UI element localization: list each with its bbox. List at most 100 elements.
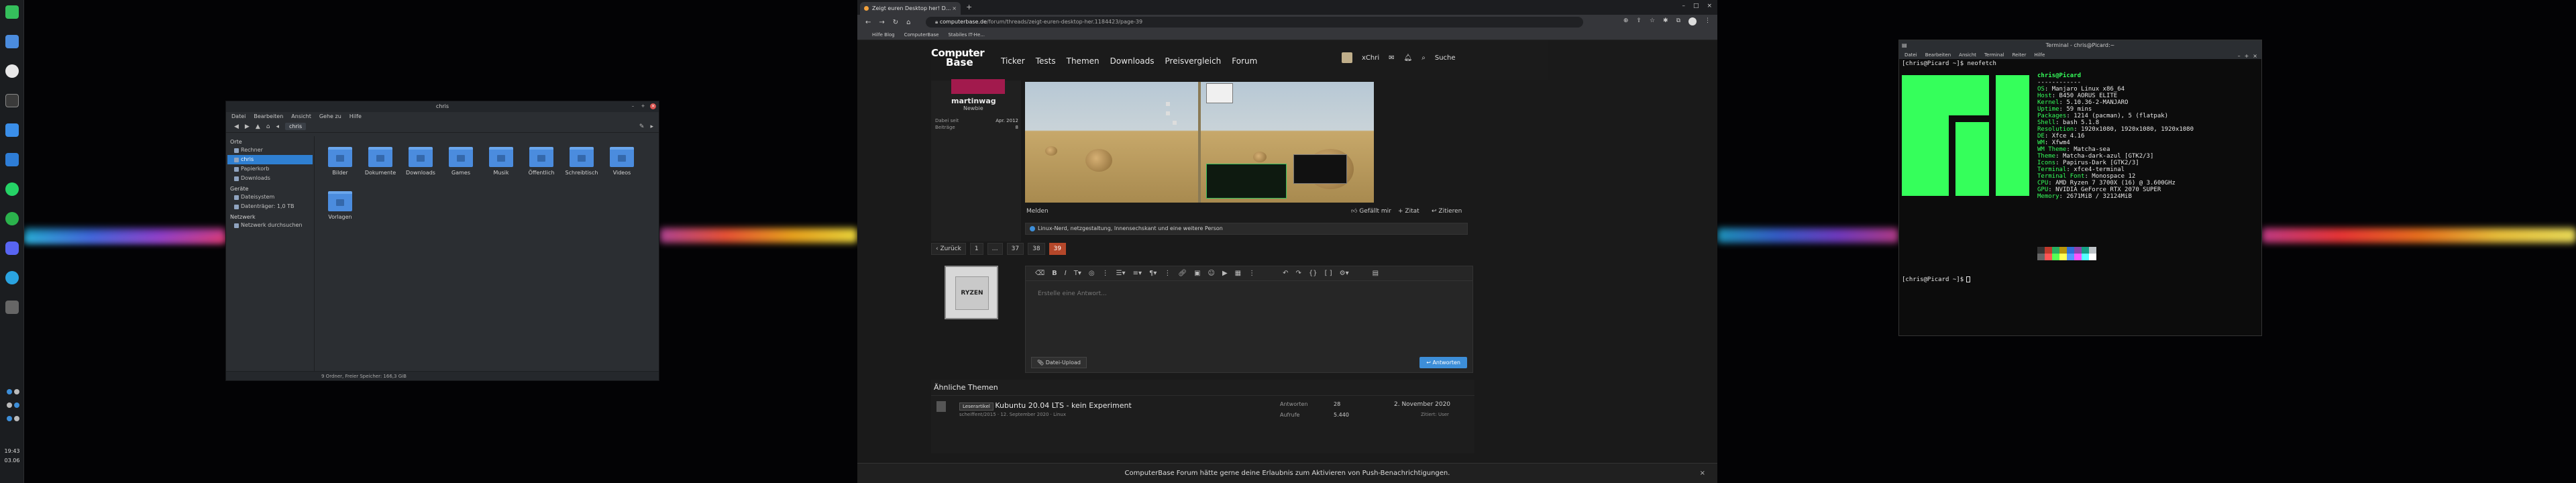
emoji-icon[interactable]: ☺	[1208, 270, 1215, 277]
sidebar-item-dateisystem[interactable]: Dateisystem	[226, 193, 314, 202]
page-38[interactable]: 38	[1028, 243, 1045, 255]
more-options-icon[interactable]: ⋮	[1164, 270, 1171, 277]
files-icon[interactable]	[5, 35, 19, 48]
folder-musik[interactable]: Musik	[482, 147, 520, 176]
page-1[interactable]: 1	[969, 243, 983, 255]
browser-icon[interactable]	[5, 64, 19, 78]
minimize-button[interactable]: –	[2238, 51, 2241, 62]
page-prev[interactable]: ‹ Zurück	[931, 243, 966, 255]
tray-clipboard-icon[interactable]	[14, 416, 19, 421]
menu-bearbeiten[interactable]: Bearbeiten	[1925, 51, 1951, 59]
terminal-titlebar[interactable]: Terminal - chris@Picard:~ ▤ – + ×	[1899, 40, 2261, 59]
share-icon[interactable]: ⇪	[1636, 17, 1642, 25]
chat-icon[interactable]	[5, 212, 19, 225]
menu-gehe-zu[interactable]: Gehe zu	[319, 112, 341, 121]
sidebar-item-papierkorb[interactable]: Papierkorb	[226, 164, 314, 174]
clock-date[interactable]: 03.06	[3, 458, 21, 464]
nav-forum[interactable]: Forum	[1232, 56, 1257, 66]
reload-icon[interactable]: ↻	[893, 19, 898, 26]
table-icon[interactable]: ▦	[1235, 270, 1241, 277]
terminal-icon[interactable]	[5, 94, 19, 107]
close-button[interactable]: ×	[650, 103, 656, 109]
banner-close-icon[interactable]: ×	[1700, 464, 1705, 483]
nav-ticker[interactable]: Ticker	[1001, 56, 1025, 66]
back-icon[interactable]: ←	[865, 19, 871, 26]
puzzle-icon[interactable]: ⧉	[1676, 17, 1680, 25]
notifications-icon[interactable]: 🔔︎	[1404, 54, 1413, 62]
post-screenshot-image[interactable]	[1025, 82, 1374, 203]
new-tab-icon[interactable]: +	[966, 3, 972, 11]
back-icon[interactable]: ◀	[234, 123, 239, 130]
profile-avatar[interactable]	[1688, 17, 1697, 25]
minimize-button[interactable]: –	[1682, 3, 1685, 9]
paragraph-icon[interactable]: ¶▾	[1149, 270, 1157, 277]
folder-bilder[interactable]: Bilder	[321, 147, 359, 176]
redo-icon[interactable]: ↷	[1296, 270, 1301, 277]
terminal-menu-icon[interactable]: ▤	[1902, 40, 1907, 51]
media-icon[interactable]: ▶	[1222, 270, 1228, 277]
mail-icon[interactable]	[5, 123, 19, 137]
path-button-chris[interactable]: chris	[285, 123, 307, 130]
home-icon[interactable]: ⌂	[266, 123, 270, 130]
settings-icon[interactable]: ⚙▾	[1340, 270, 1349, 277]
user-name[interactable]: xChri	[1362, 54, 1379, 62]
folder-dokumente[interactable]: Dokumente	[362, 147, 399, 176]
sidebar-item-downloads[interactable]: Downloads	[226, 174, 314, 183]
forward-icon[interactable]: →	[879, 19, 884, 26]
terminal-output[interactable]: [chris@Picard ~]$ neofetch	[1902, 60, 1996, 67]
thread-title[interactable]: Kubuntu 20.04 LTS - kein Experiment	[995, 401, 1131, 410]
menu-icon[interactable]: ⋮	[1705, 17, 1711, 25]
nav-downloads[interactable]: Downloads	[1110, 56, 1155, 66]
italic-icon[interactable]: I	[1065, 270, 1067, 277]
page-37[interactable]: 37	[1006, 243, 1024, 255]
menu-datei[interactable]: Datei	[231, 112, 246, 121]
code-icon[interactable]: {}	[1309, 270, 1318, 277]
align-icon[interactable]: ≡▾	[1133, 270, 1142, 277]
image-icon[interactable]: ▣	[1194, 270, 1200, 277]
clock-time[interactable]: 19:43	[3, 448, 21, 454]
more-options-icon[interactable]: ⋮	[1102, 270, 1109, 277]
text-size-icon[interactable]: T▾	[1074, 270, 1081, 277]
folder-vorlagen[interactable]: Vorlagen	[321, 191, 359, 220]
menu-reiter[interactable]: Reiter	[2012, 51, 2027, 59]
quote-link[interactable]: + Zitat	[1398, 208, 1419, 215]
maximize-button[interactable]: □	[1693, 3, 1699, 9]
tray-network-icon[interactable]	[7, 389, 12, 394]
like-link[interactable]: 👍︎ Gefällt mir	[1351, 208, 1391, 215]
similar-row[interactable]: Leserartikel Kubuntu 20.04 LTS - kein Ex…	[931, 398, 1474, 421]
bold-icon[interactable]: B	[1052, 270, 1057, 277]
forward-icon[interactable]: ▶	[245, 123, 250, 130]
nav-themen[interactable]: Themen	[1067, 56, 1099, 66]
tray-bluetooth-icon[interactable]	[7, 416, 12, 421]
tray-update-icon[interactable]	[14, 402, 19, 408]
folder-schreibtisch[interactable]: Schreibtisch	[563, 147, 600, 176]
bookmark-computerbase[interactable]: ComputerBase	[904, 30, 939, 40]
menu-terminal[interactable]: Terminal	[1984, 51, 2004, 59]
computerbase-logo[interactable]: Computer Base	[931, 47, 991, 74]
tab-active[interactable]: Zeigt euren Desktop her! D... ×	[860, 2, 961, 15]
telegram-icon[interactable]	[5, 271, 19, 284]
menu-ansicht[interactable]: Ansicht	[1959, 51, 1976, 59]
report-link[interactable]: Melden	[1026, 208, 1049, 215]
bookmark-hilfe-blog[interactable]: Hilfe Blog	[872, 30, 895, 40]
folder-videos[interactable]: Videos	[603, 147, 641, 176]
search-label[interactable]: Suche	[1435, 54, 1456, 62]
extension-icon[interactable]: ✱	[1663, 17, 1668, 25]
menu-hilfe[interactable]: Hilfe	[2034, 51, 2045, 59]
sidebar-item-rechner[interactable]: Rechner	[226, 146, 314, 155]
zoom-icon[interactable]: ⊕	[1623, 17, 1629, 25]
discord-icon[interactable]	[5, 241, 19, 255]
tray-battery-icon[interactable]	[7, 402, 12, 408]
reactions-bar[interactable]: Linux-Nerd, netzgestaltung, Innensechska…	[1025, 223, 1468, 235]
manjaro-icon[interactable]	[5, 5, 19, 19]
bookmark-it[interactable]: Stabiles IT-He...	[948, 30, 984, 40]
menu-bearbeiten[interactable]: Bearbeiten	[254, 112, 283, 121]
eraser-icon[interactable]: ⌫	[1035, 270, 1044, 277]
sidebar-item-datentraeger[interactable]: Datenträger: 1,0 TB	[226, 202, 314, 211]
link-icon[interactable]: 🔗︎	[1178, 270, 1187, 277]
nav-tests[interactable]: Tests	[1036, 56, 1056, 66]
preview-icon[interactable]: ▤	[1373, 270, 1379, 277]
user-avatar[interactable]	[1342, 52, 1352, 63]
menu-ansicht[interactable]: Ansicht	[291, 112, 311, 121]
path-left-icon[interactable]: ◂	[276, 123, 279, 130]
